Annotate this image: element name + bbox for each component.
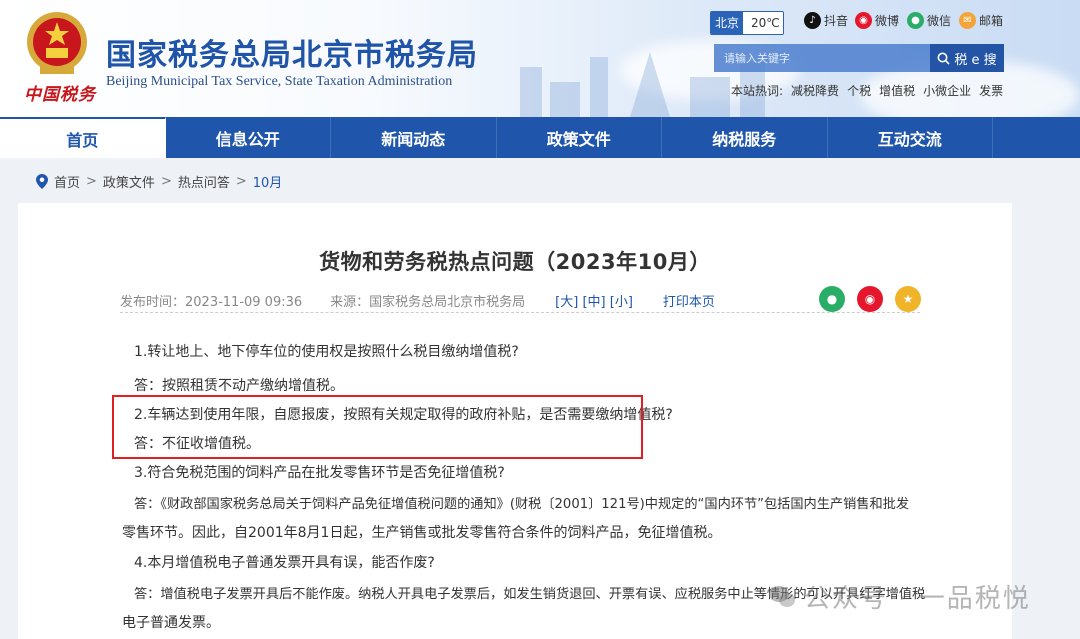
location-pin-icon bbox=[36, 174, 48, 189]
article-source: 来源：国家税务总局北京市税务局 bbox=[330, 295, 526, 310]
question-paragraph: 1.转让地上、地下停车位的使用权是按照什么税目缴纳增值税? bbox=[134, 344, 519, 360]
publish-time: 发布时间：2023-11-09 09:36 bbox=[120, 295, 303, 310]
font-size-medium-button[interactable]: [中] bbox=[582, 295, 605, 310]
site-subtitle: Beijing Municipal Tax Service, State Tax… bbox=[106, 74, 453, 89]
article-meta: 发布时间：2023-11-09 09:36 来源：国家税务总局北京市税务局 [大… bbox=[120, 289, 920, 313]
answer-paragraph: 电子普通发票。 bbox=[122, 615, 220, 631]
hotword-link[interactable]: 小微企业 bbox=[923, 82, 971, 99]
share-wechat-icon[interactable]: ● bbox=[819, 286, 845, 312]
hotword-link[interactable]: 减税降费 bbox=[791, 82, 839, 99]
social-link-weibo[interactable]: ◉ 微博 bbox=[855, 12, 899, 29]
tax-emblem-icon bbox=[27, 12, 87, 74]
site-header: 中国税务 国家税务总局北京市税务局 Beijing Municipal Tax … bbox=[0, 0, 1080, 117]
answer-paragraph: 零售环节。因此，自2001年8月1日起，生产销售或批发零售符合条件的饲料产品，免… bbox=[122, 525, 722, 541]
weibo-icon: ◉ bbox=[855, 12, 872, 29]
nav-item-interaction[interactable]: 互动交流 bbox=[828, 117, 993, 158]
highlight-box bbox=[112, 395, 643, 459]
answer-paragraph: 答：《财政部国家税务总局关于饲料产品免征增值税问题的通知》(财税〔2001〕12… bbox=[134, 497, 910, 512]
breadcrumb: 首页 > 政策文件 > 热点问答 > 10月 bbox=[36, 172, 282, 191]
social-label: 邮箱 bbox=[979, 14, 1004, 28]
nav-item-home[interactable]: 首页 bbox=[0, 117, 166, 158]
font-size-small-button[interactable]: [小] bbox=[610, 295, 633, 310]
breadcrumb-link[interactable]: 首页 bbox=[54, 172, 80, 191]
article-title: 货物和劳务税热点问题（2023年10月） bbox=[319, 250, 711, 274]
social-link-douyin[interactable]: ♪ 抖音 bbox=[804, 12, 848, 29]
main-nav: 首页 信息公开 新闻动态 政策文件 纳税服务 互动交流 bbox=[0, 117, 1080, 158]
search-input[interactable] bbox=[714, 44, 930, 72]
search-button[interactable]: 税 e 搜 bbox=[930, 44, 1004, 72]
hotwords-bar: 本站热词: 减税降费 个税 增值税 小微企业 发票 bbox=[731, 82, 1003, 99]
hotwords-label: 本站热词: bbox=[731, 84, 784, 98]
nav-item-news[interactable]: 新闻动态 bbox=[331, 117, 497, 158]
font-size-large-button[interactable]: [大] bbox=[555, 295, 578, 310]
question-paragraph: 4.本月增值税电子普通发票开具有误，能否作废? bbox=[134, 555, 435, 571]
hotword-link[interactable]: 发票 bbox=[979, 82, 1003, 99]
wechat-icon: ● bbox=[907, 12, 924, 29]
social-link-wechat[interactable]: ● 微信 bbox=[907, 12, 951, 29]
search-icon bbox=[937, 52, 950, 65]
weather-widget: 北京 20℃ bbox=[710, 11, 785, 35]
nav-item-info-disclosure[interactable]: 信息公开 bbox=[166, 117, 331, 158]
watermark-text: 公众号 · 一品税悦 bbox=[804, 584, 1031, 614]
social-label: 抖音 bbox=[824, 14, 849, 28]
print-button[interactable]: 打印本页 bbox=[663, 291, 715, 310]
nav-item-tax-service[interactable]: 纳税服务 bbox=[662, 117, 828, 158]
answer-paragraph: 答：按照租赁不动产缴纳增值税。 bbox=[134, 378, 344, 394]
hotword-link[interactable]: 增值税 bbox=[879, 82, 915, 99]
site-title[interactable]: 国家税务总局北京市税务局 bbox=[106, 30, 478, 74]
wechat-watermark-icon bbox=[769, 585, 795, 607]
font-size-controls: [大] [中] [小] bbox=[555, 291, 633, 310]
breadcrumb-link[interactable]: 热点问答 bbox=[178, 172, 230, 191]
mail-icon: ✉ bbox=[959, 12, 976, 29]
breadcrumb-separator: > bbox=[235, 174, 247, 189]
weather-city: 北京 bbox=[711, 12, 744, 34]
nav-item-policy[interactable]: 政策文件 bbox=[497, 117, 662, 158]
watermark: 公众号 · 一品税悦 bbox=[768, 578, 1031, 615]
breadcrumb-separator: > bbox=[86, 174, 97, 189]
breadcrumb-link[interactable]: 政策文件 bbox=[103, 172, 155, 191]
share-favorite-icon[interactable]: ★ bbox=[895, 286, 921, 312]
weather-temp: 20℃ bbox=[743, 12, 784, 34]
social-label: 微信 bbox=[927, 14, 952, 28]
emblem-script-text: 中国税务 bbox=[24, 85, 96, 105]
breadcrumb-separator: > bbox=[160, 174, 172, 189]
search-button-label: 税 e 搜 bbox=[954, 52, 997, 68]
social-label: 微博 bbox=[875, 14, 900, 28]
breadcrumb-current[interactable]: 10月 bbox=[253, 172, 283, 191]
share-weibo-icon[interactable]: ◉ bbox=[857, 286, 883, 312]
question-paragraph: 3.符合免税范围的饲料产品在批发零售环节是否免征增值税? bbox=[134, 465, 505, 481]
douyin-icon: ♪ bbox=[804, 12, 821, 29]
social-link-mail[interactable]: ✉ 邮箱 bbox=[959, 12, 1003, 29]
hotword-link[interactable]: 个税 bbox=[847, 82, 871, 99]
